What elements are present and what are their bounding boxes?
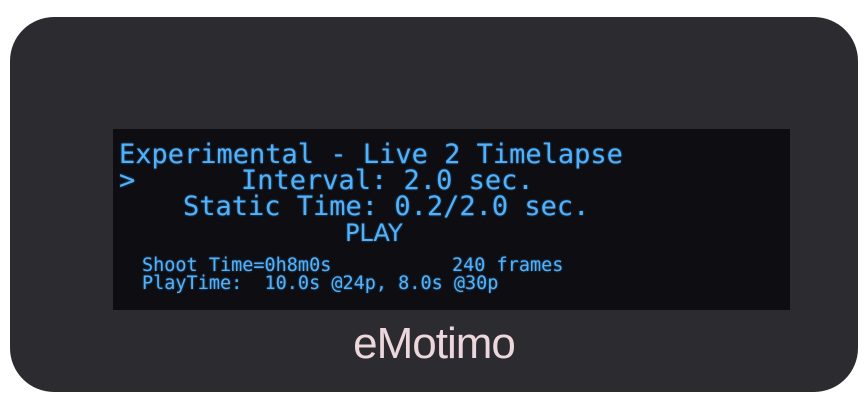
interval-setting[interactable]: Interval: 2.0 sec. — [241, 167, 534, 194]
menu-title: Experimental - Live 2 Timelapse — [119, 139, 623, 170]
menu-cursor: > — [119, 165, 136, 196]
play-option[interactable]: PLAY — [345, 221, 403, 245]
device-body: Experimental - Live 2 Timelapse > Interv… — [10, 17, 858, 392]
emotimo-logo: eMotimo — [353, 319, 516, 368]
static-time-setting[interactable]: Static Time: 0.2/2.0 sec. — [183, 193, 589, 220]
lcd-screen: Experimental - Live 2 Timelapse > Interv… — [113, 129, 790, 310]
play-time-readout: PlayTime: 10.0s @24p, 8.0s @30p — [142, 273, 499, 294]
